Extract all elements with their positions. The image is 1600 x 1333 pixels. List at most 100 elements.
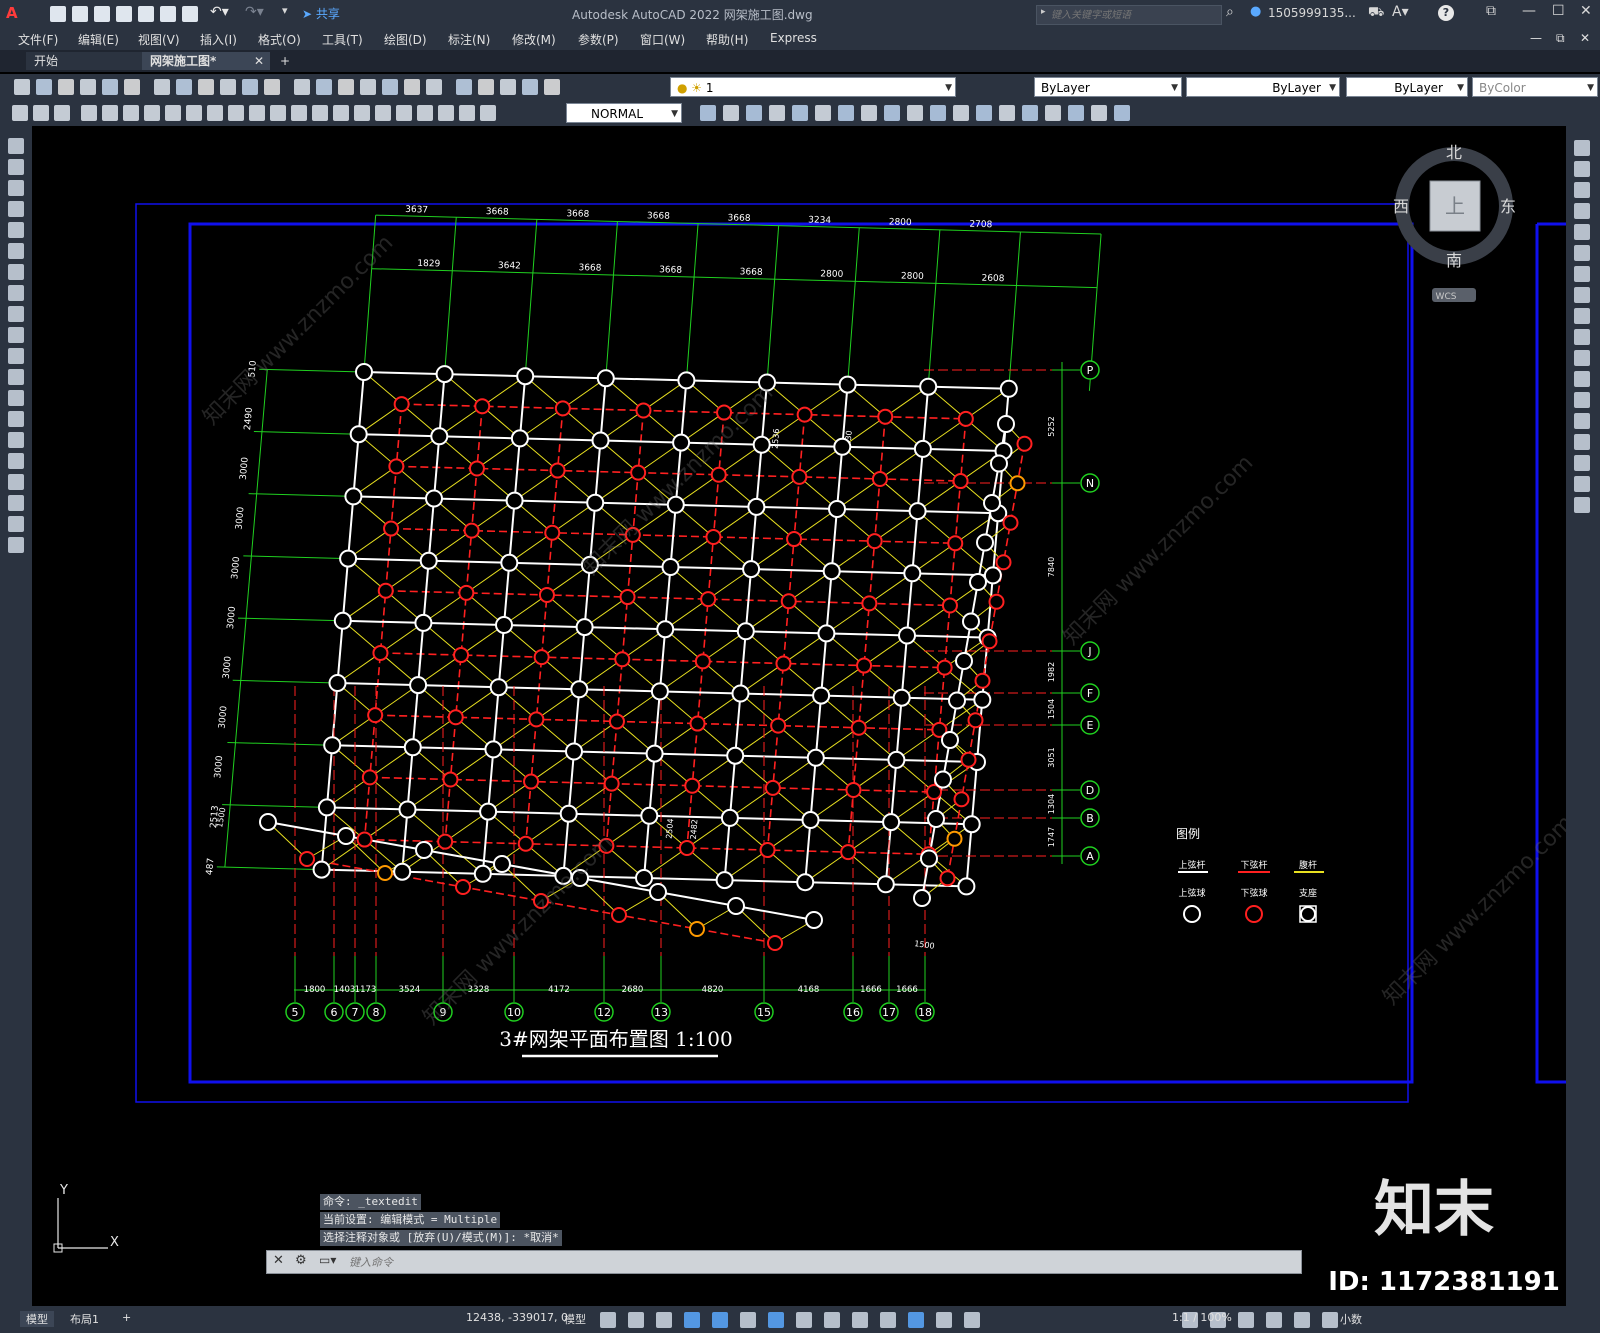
ellipse-arc-icon[interactable]	[8, 348, 24, 364]
quickcalc-icon[interactable]	[500, 79, 516, 95]
polyline-icon[interactable]	[8, 180, 24, 196]
user-icon[interactable]: ●	[1250, 4, 1261, 19]
ucs-world-icon[interactable]	[1045, 105, 1061, 121]
visual-style3-icon[interactable]	[999, 105, 1015, 121]
ellipse-icon[interactable]	[8, 327, 24, 343]
tab-add-layout[interactable]: +	[122, 1311, 131, 1324]
pan-icon[interactable]	[294, 79, 310, 95]
color-dropdown[interactable]: ByLayer ▼	[1034, 77, 1182, 97]
doc-minimize-icon[interactable]: —	[1530, 31, 1542, 45]
command-customize-icon[interactable]: ⚙	[295, 1253, 307, 1268]
erase-icon[interactable]	[1574, 140, 1590, 156]
rotate-icon[interactable]	[1574, 266, 1590, 282]
fillet-icon[interactable]	[1574, 455, 1590, 471]
snap-icon[interactable]	[628, 1312, 644, 1328]
viewcube-west[interactable]: 西	[1393, 197, 1409, 216]
tab-start[interactable]: 开始	[26, 52, 148, 70]
dim-arc-icon[interactable]	[123, 105, 139, 121]
new-tab-button[interactable]: +	[272, 52, 298, 70]
view-back-icon[interactable]	[723, 105, 739, 121]
menu-insert[interactable]: 插入(I)	[200, 31, 237, 48]
tab-drawing[interactable]: 网架施工图* ✕	[142, 52, 270, 70]
share-button[interactable]: ➤ 共享	[302, 5, 340, 22]
trim-icon[interactable]	[1574, 329, 1590, 345]
menu-view[interactable]: 视图(V)	[138, 31, 180, 48]
3d-osnap-icon[interactable]	[880, 1312, 896, 1328]
plot-icon[interactable]	[80, 79, 96, 95]
search-box[interactable]: ▸	[1036, 5, 1222, 25]
explode-icon[interactable]	[1574, 497, 1590, 513]
view-iso4-icon[interactable]	[907, 105, 923, 121]
construction-line-icon[interactable]	[8, 159, 24, 175]
user-name[interactable]: 1505999135...	[1268, 6, 1356, 20]
spline-icon[interactable]	[8, 306, 24, 322]
view-manager-icon[interactable]	[930, 105, 946, 121]
new-file-icon[interactable]	[50, 6, 66, 22]
polar-icon[interactable]	[684, 1312, 700, 1328]
ortho-icon[interactable]	[656, 1312, 672, 1328]
viewcube-north[interactable]: 北	[1446, 143, 1462, 162]
region-icon[interactable]	[8, 474, 24, 490]
gradient-icon[interactable]	[8, 453, 24, 469]
viewcube-east[interactable]: 东	[1500, 197, 1516, 216]
grid-icon[interactable]	[600, 1312, 616, 1328]
view-right-icon[interactable]	[769, 105, 785, 121]
cut-icon[interactable]	[154, 79, 170, 95]
open-web-icon[interactable]	[138, 6, 154, 22]
layer-previous-icon[interactable]	[33, 105, 49, 121]
units-display[interactable]: 小数	[1340, 1311, 1362, 1327]
chamfer-icon[interactable]	[1574, 434, 1590, 450]
array-icon[interactable]	[1574, 224, 1590, 240]
redo-icon[interactable]: ↷▾	[245, 4, 264, 20]
save-as-icon[interactable]	[116, 6, 132, 22]
view-top-icon[interactable]	[792, 105, 808, 121]
copy-icon[interactable]	[176, 79, 192, 95]
linetype-dropdown[interactable]: ByLayer ▼	[1186, 77, 1340, 97]
break-point-icon[interactable]	[1574, 371, 1590, 387]
point-icon[interactable]	[8, 411, 24, 427]
drawing-canvas[interactable]: 3637 1829 3668 3642 3668 3668 3668 3668 3668 3668…	[32, 126, 1566, 1306]
design-center-icon[interactable]	[404, 79, 420, 95]
customize-qa-icon[interactable]: ▾	[282, 4, 288, 17]
redo-icon[interactable]	[264, 79, 280, 95]
view-front-icon[interactable]	[700, 105, 716, 121]
visual-style2-icon[interactable]	[976, 105, 992, 121]
sheet-set-icon[interactable]	[456, 79, 472, 95]
model-space-toggle[interactable]: 模型	[564, 1311, 586, 1327]
table-icon[interactable]	[8, 495, 24, 511]
layer-properties-icon[interactable]	[544, 79, 560, 95]
break-icon[interactable]	[1574, 392, 1590, 408]
dim-angular-icon[interactable]	[228, 105, 244, 121]
annotation-scale[interactable]: 1:1 / 100%	[1172, 1311, 1232, 1324]
arc-icon[interactable]	[8, 243, 24, 259]
open-file-icon[interactable]	[72, 6, 88, 22]
copy-obj-icon[interactable]	[1574, 161, 1590, 177]
doc-close-icon[interactable]: ✕	[1580, 31, 1590, 45]
menu-modify[interactable]: 修改(M)	[512, 31, 556, 48]
clean-screen-icon[interactable]	[1294, 1312, 1310, 1328]
hatch-icon[interactable]	[8, 432, 24, 448]
offset-icon[interactable]	[1574, 203, 1590, 219]
menu-express[interactable]: Express	[770, 31, 817, 45]
zoom-previous-icon[interactable]	[360, 79, 376, 95]
menu-format[interactable]: 格式(O)	[258, 31, 301, 48]
undo-icon[interactable]	[242, 79, 258, 95]
dim-update-icon[interactable]	[480, 105, 496, 121]
polygon-icon[interactable]	[8, 201, 24, 217]
view-bottom-icon[interactable]	[815, 105, 831, 121]
multiline-text-icon[interactable]	[8, 516, 24, 532]
dimstyle-dropdown[interactable]: NORMAL ▼	[566, 103, 682, 123]
dim-space-icon[interactable]	[312, 105, 328, 121]
close-window-icon[interactable]: ✕	[1580, 3, 1592, 19]
object-snap-icon[interactable]	[768, 1312, 784, 1328]
minimize-icon[interactable]: —	[1522, 3, 1536, 19]
properties-icon[interactable]	[382, 79, 398, 95]
menu-help[interactable]: 帮助(H)	[706, 31, 748, 48]
object-snap-tracking-icon[interactable]	[740, 1312, 756, 1328]
circle-icon[interactable]	[8, 264, 24, 280]
view-iso3-icon[interactable]	[884, 105, 900, 121]
save-icon[interactable]	[94, 6, 110, 22]
lineweight-dropdown[interactable]: ByLayer ▼	[1346, 77, 1468, 97]
hardware-accel-icon[interactable]	[1266, 1312, 1282, 1328]
command-line[interactable]: ✕ ⚙ ▭▾	[266, 1250, 1302, 1274]
